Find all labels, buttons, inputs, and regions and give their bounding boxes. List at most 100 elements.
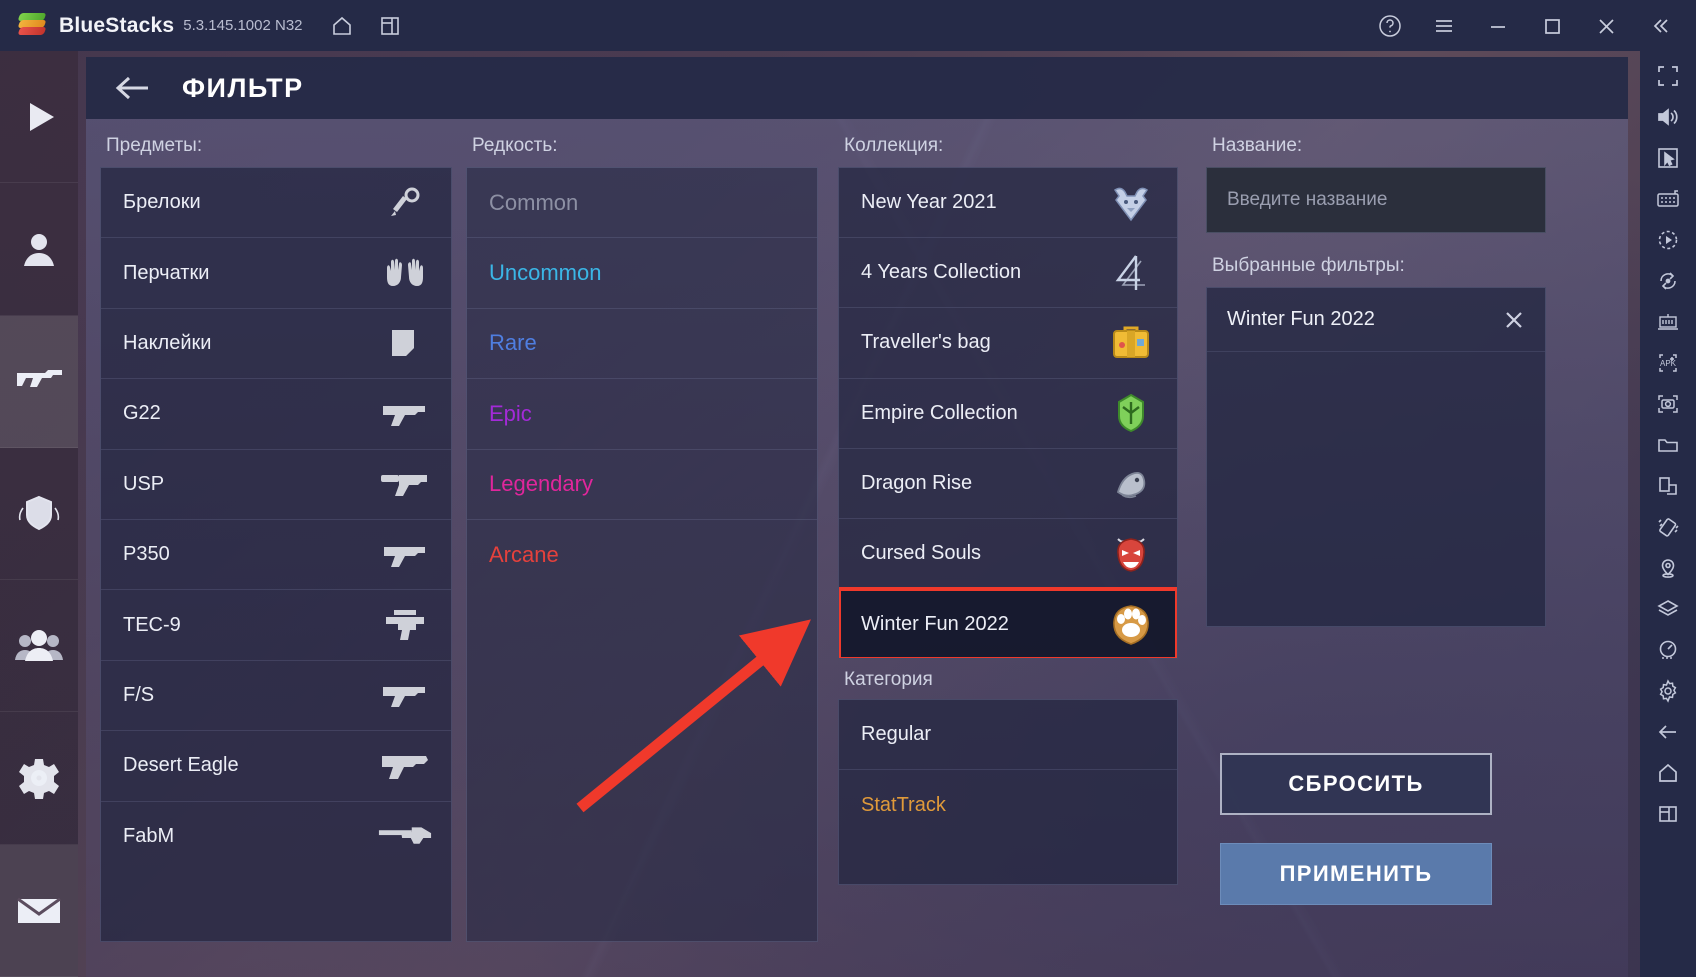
list-item[interactable]: Legendary bbox=[467, 450, 817, 520]
help-icon[interactable] bbox=[1376, 12, 1404, 40]
reset-button[interactable]: СБРОСИТЬ bbox=[1220, 753, 1492, 815]
multi-instance-icon[interactable] bbox=[377, 13, 403, 39]
app-version: 5.3.145.1002 N32 bbox=[183, 17, 303, 34]
collection-list[interactable]: New Year 2021 4 Years Collection Travell… bbox=[838, 167, 1178, 659]
pistol-icon bbox=[377, 675, 433, 715]
selected-filters-box: Winter Fun 2022 bbox=[1206, 287, 1546, 627]
rarity-label-uncommon: Uncommon bbox=[489, 260, 602, 286]
filter-header: ФИЛЬТР bbox=[86, 57, 1628, 119]
close-icon[interactable] bbox=[1592, 12, 1620, 40]
list-item[interactable]: Empire Collection bbox=[839, 379, 1177, 449]
list-item[interactable]: FabM bbox=[101, 802, 451, 872]
apply-button[interactable]: ПРИМЕНИТЬ bbox=[1220, 843, 1492, 905]
keychain-icon bbox=[377, 183, 433, 223]
items-column: Предметы: Брелоки Перчатки Наклейки G22 … bbox=[86, 119, 458, 977]
location-icon[interactable] bbox=[1653, 553, 1683, 583]
screen-split-icon[interactable] bbox=[1653, 471, 1683, 501]
filter-panel: ФИЛЬТР Предметы: Брелоки Перчатки Наклей… bbox=[78, 51, 1640, 977]
close-icon[interactable] bbox=[1501, 307, 1527, 333]
filter-body: Предметы: Брелоки Перчатки Наклейки G22 … bbox=[86, 119, 1628, 977]
fullscreen-icon[interactable] bbox=[1653, 61, 1683, 91]
rarity-label-common: Common bbox=[489, 189, 579, 215]
list-item[interactable]: Перчатки bbox=[101, 238, 451, 309]
sidebar-item-rank[interactable] bbox=[0, 448, 78, 581]
item-label: FabM bbox=[123, 825, 175, 848]
suitcase-icon bbox=[1103, 320, 1159, 366]
back-icon[interactable] bbox=[1653, 717, 1683, 747]
smg-icon bbox=[377, 605, 433, 645]
empire-emblem-icon bbox=[1103, 390, 1159, 436]
category-list[interactable]: Regular StatTrack bbox=[838, 699, 1178, 885]
list-item[interactable]: Брелоки bbox=[101, 168, 451, 239]
macro-icon[interactable] bbox=[1653, 225, 1683, 255]
performance-icon[interactable] bbox=[1653, 635, 1683, 665]
list-item[interactable]: P350 bbox=[101, 520, 451, 591]
recents-icon[interactable] bbox=[1653, 799, 1683, 829]
minimize-icon[interactable] bbox=[1484, 12, 1512, 40]
titlebar: BlueStacks 5.3.145.1002 N32 bbox=[0, 0, 1696, 51]
install-apk-icon[interactable]: APK bbox=[1653, 348, 1683, 378]
list-item[interactable]: Epic bbox=[467, 379, 817, 450]
multi-instance-manager-icon[interactable] bbox=[1653, 307, 1683, 337]
collection-item-label: Winter Fun 2022 bbox=[861, 612, 1009, 635]
list-item[interactable]: Наклейки bbox=[101, 309, 451, 380]
list-item[interactable]: Traveller's bag bbox=[839, 308, 1177, 379]
list-item-winter-fun-2022[interactable]: Winter Fun 2022 bbox=[839, 587, 1177, 658]
list-item[interactable]: TEC-9 bbox=[101, 590, 451, 661]
back-arrow-icon[interactable] bbox=[114, 73, 154, 103]
list-item[interactable]: G22 bbox=[101, 379, 451, 450]
rarity-label-arcane: Arcane bbox=[489, 542, 559, 568]
list-item[interactable]: Rare bbox=[467, 309, 817, 380]
app-name: BlueStacks bbox=[59, 13, 175, 37]
list-item[interactable]: Uncommon bbox=[467, 238, 817, 309]
sidebar-item-settings[interactable] bbox=[0, 712, 78, 845]
search-input[interactable] bbox=[1206, 167, 1546, 233]
rotate-icon[interactable] bbox=[1653, 266, 1683, 296]
list-item[interactable]: StatTrack bbox=[839, 770, 1177, 840]
menu-icon[interactable] bbox=[1430, 12, 1458, 40]
collection-item-label: Cursed Souls bbox=[861, 542, 982, 565]
rarity-list[interactable]: Common Uncommon Rare Epic Legendary Arca… bbox=[466, 167, 818, 942]
item-label: Перчатки bbox=[123, 261, 210, 284]
list-item[interactable]: New Year 2021 bbox=[839, 168, 1177, 239]
name-column: Название: Выбранные фильтры: Winter Fun … bbox=[1188, 119, 1628, 977]
filter-chip[interactable]: Winter Fun 2022 bbox=[1207, 288, 1545, 352]
cursor-icon[interactable] bbox=[1653, 143, 1683, 173]
home-icon[interactable] bbox=[1653, 758, 1683, 788]
list-item[interactable]: Regular bbox=[839, 700, 1177, 770]
screenshot-icon[interactable] bbox=[1653, 389, 1683, 419]
list-item[interactable]: Arcane bbox=[467, 520, 817, 590]
list-item[interactable]: F/S bbox=[101, 661, 451, 732]
item-label: Desert Eagle bbox=[123, 754, 239, 777]
shotgun-icon bbox=[377, 817, 433, 857]
home-icon[interactable] bbox=[329, 13, 355, 39]
sidebar-item-profile[interactable] bbox=[0, 183, 78, 316]
maximize-icon[interactable] bbox=[1538, 12, 1566, 40]
rarity-label-rare: Rare bbox=[489, 330, 537, 356]
list-item[interactable]: Common bbox=[467, 168, 817, 239]
layers-icon[interactable] bbox=[1653, 594, 1683, 624]
rarity-label-legendary: Legendary bbox=[489, 471, 593, 497]
media-folder-icon[interactable] bbox=[1653, 430, 1683, 460]
filter-chip-label: Winter Fun 2022 bbox=[1227, 308, 1375, 330]
list-item[interactable]: Desert Eagle bbox=[101, 731, 451, 802]
keyboard-icon[interactable] bbox=[1653, 184, 1683, 214]
category-item-label: StatTrack bbox=[861, 793, 946, 816]
list-item[interactable]: Cursed Souls bbox=[839, 519, 1177, 590]
category-item-label: Regular bbox=[861, 723, 932, 745]
list-item[interactable]: USP bbox=[101, 450, 451, 520]
sidebar-item-weapons[interactable] bbox=[0, 315, 78, 448]
settings-icon[interactable] bbox=[1653, 676, 1683, 706]
sidebar-item-play[interactable] bbox=[0, 51, 78, 184]
bluestacks-toolbar: APK bbox=[1640, 51, 1696, 977]
sidebar-item-mail[interactable] bbox=[0, 844, 78, 977]
list-item[interactable]: Dragon Rise bbox=[839, 449, 1177, 519]
volume-icon[interactable] bbox=[1653, 102, 1683, 132]
sidebar-item-clan[interactable] bbox=[0, 580, 78, 713]
shake-icon[interactable] bbox=[1653, 512, 1683, 542]
items-list[interactable]: Брелоки Перчатки Наклейки G22 USP P350 T… bbox=[100, 167, 452, 942]
list-item[interactable]: 4 Years Collection bbox=[839, 238, 1177, 309]
action-buttons: СБРОСИТЬ ПРИМЕНИТЬ bbox=[1212, 753, 1492, 905]
collapse-icon[interactable] bbox=[1646, 12, 1674, 40]
pistol-silencer-icon bbox=[377, 464, 433, 504]
